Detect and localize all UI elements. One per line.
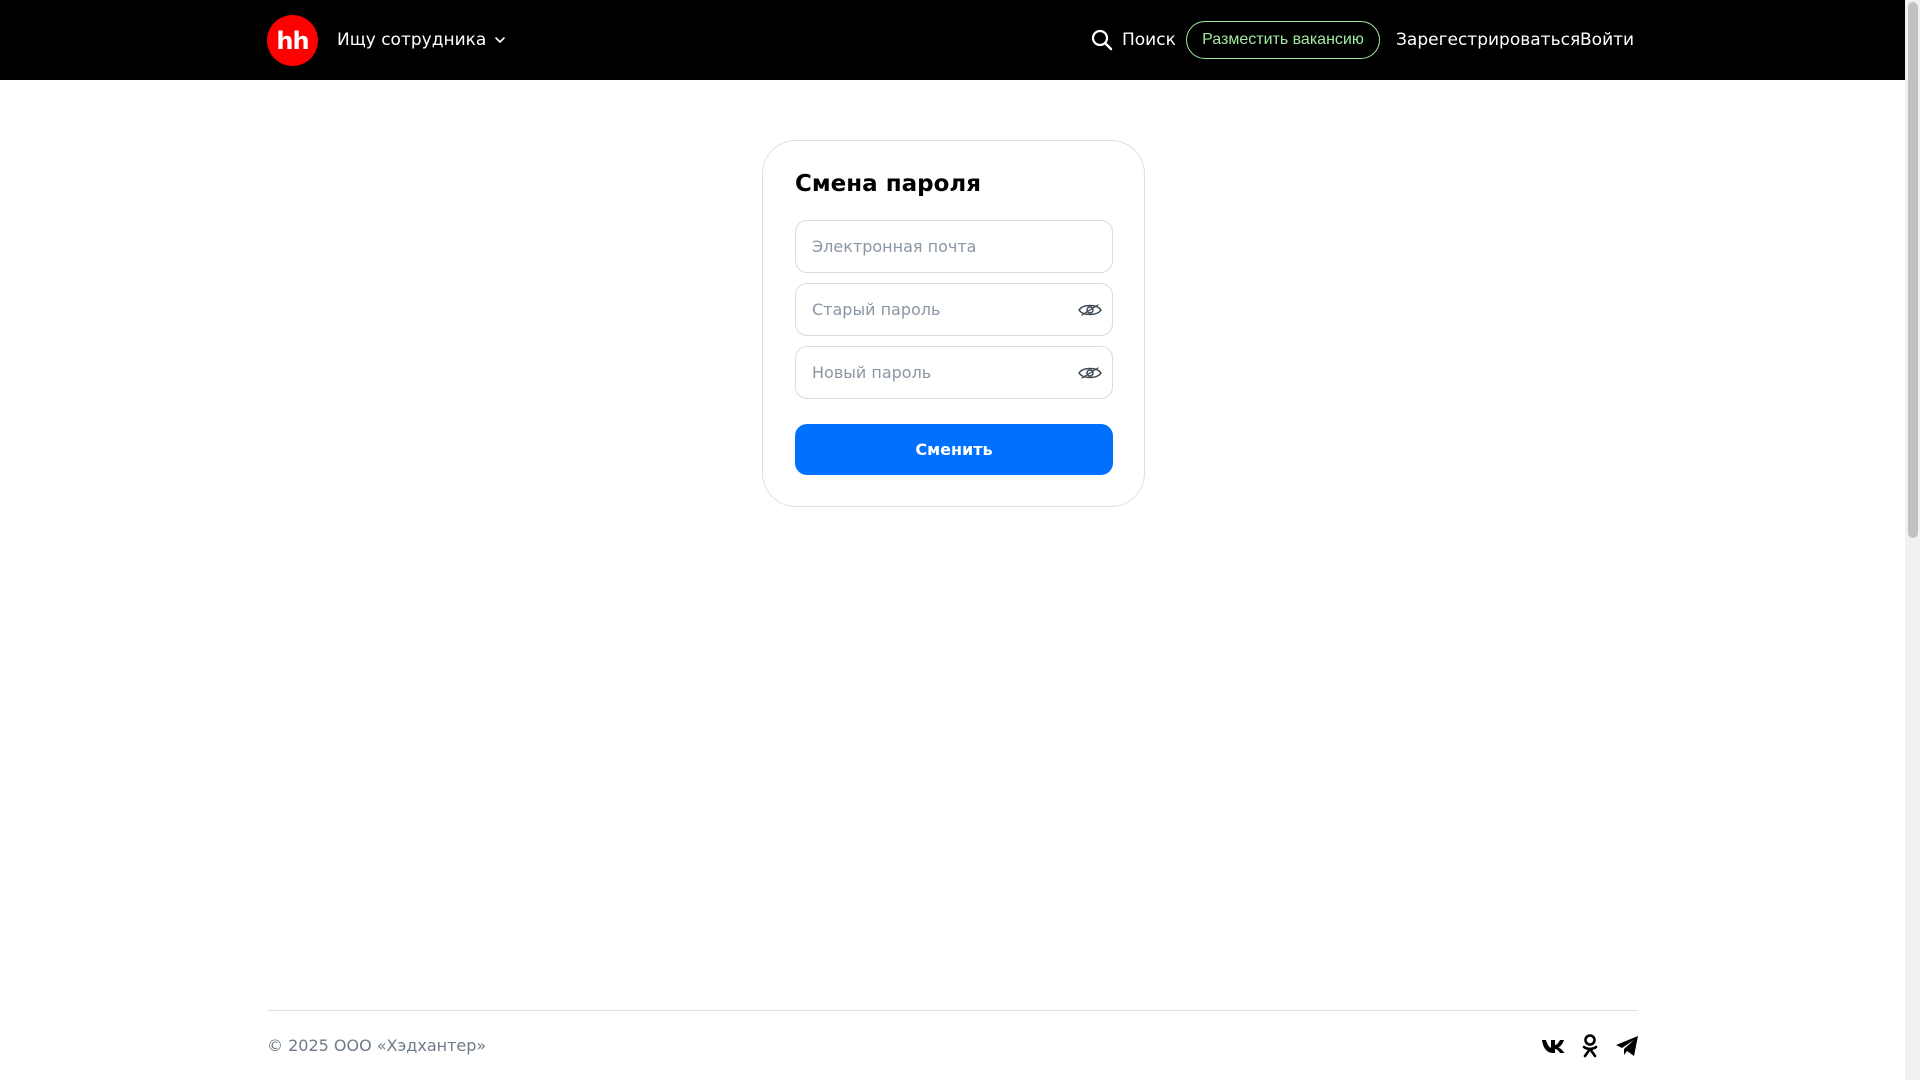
odnoklassniki-icon: [1582, 1034, 1598, 1058]
vk-link[interactable]: [1540, 1032, 1566, 1060]
telegram-icon: [1616, 1036, 1638, 1056]
search-label: Поиск: [1122, 30, 1176, 50]
change-password-card: Смена пароля Электронная почта Сменить: [762, 140, 1145, 507]
email-field[interactable]: [796, 221, 1112, 272]
post-vacancy-button[interactable]: Разместить вакансию: [1186, 21, 1380, 59]
vk-icon: [1542, 1040, 1565, 1053]
email-field-wrapper: [795, 220, 1113, 273]
social-links: [1540, 1031, 1640, 1061]
new-password-field-wrapper: [795, 346, 1113, 399]
hh-logo[interactable]: hh: [267, 15, 318, 66]
search-icon: [1091, 29, 1113, 51]
chevron-down-icon: [495, 37, 506, 43]
eye-icon: [1078, 304, 1102, 316]
submit-change-password-button[interactable]: Сменить: [795, 424, 1113, 475]
login-link[interactable]: Войти: [1580, 26, 1634, 54]
search-link[interactable]: Поиск: [1090, 24, 1176, 56]
footer-divider: [267, 1010, 1638, 1011]
logo-text: hh: [276, 26, 309, 55]
page: hh Ищу сотрудника Поиск Разместить вакан…: [0, 0, 1920, 1080]
role-switch-dropdown[interactable]: Ищу сотрудника: [337, 26, 506, 54]
odnoklassniki-link[interactable]: [1577, 1032, 1603, 1060]
register-link[interactable]: Зарегестрироваться: [1396, 26, 1580, 54]
scrollbar-thumb[interactable]: [1908, 2, 1918, 538]
copyright-text: © 2025 ООО «Хэдхантер»: [267, 1035, 487, 1055]
show-new-password-toggle[interactable]: [1078, 362, 1102, 384]
eye-icon: [1078, 367, 1102, 379]
telegram-link[interactable]: [1614, 1032, 1640, 1060]
show-old-password-toggle[interactable]: [1078, 299, 1102, 321]
old-password-field-wrapper: [795, 283, 1113, 336]
card-title: Смена пароля: [795, 171, 981, 197]
top-nav: hh Ищу сотрудника Поиск Разместить вакан…: [0, 0, 1905, 80]
role-switch-label: Ищу сотрудника: [337, 30, 487, 50]
new-password-field[interactable]: [796, 347, 1112, 398]
old-password-field[interactable]: [796, 284, 1112, 335]
